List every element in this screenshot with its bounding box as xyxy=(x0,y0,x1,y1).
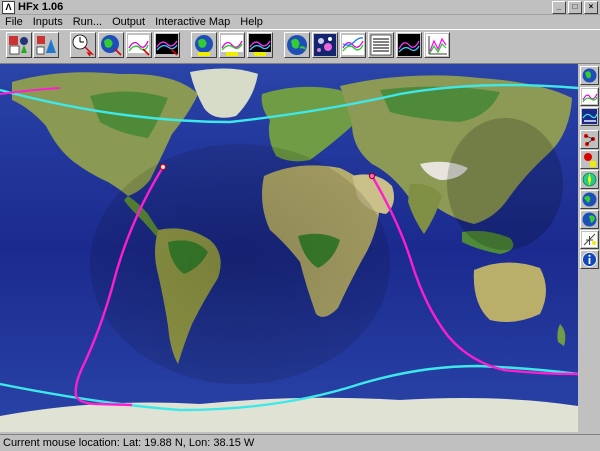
status-bar: Current mouse location: Lat: 19.88 N, Lo… xyxy=(0,434,600,451)
menu-interactive-map[interactable]: Interactive Map xyxy=(150,16,235,28)
globe-map-icon xyxy=(287,35,307,55)
frequency-chart-icon xyxy=(426,34,448,56)
globe-east-icon xyxy=(582,212,597,227)
info-icon xyxy=(582,252,597,267)
red-marker-icon xyxy=(584,153,596,167)
red-marker-button[interactable] xyxy=(580,150,599,169)
close-button[interactable]: × xyxy=(584,1,598,14)
antenna-icon xyxy=(582,232,597,247)
graph-output-icon xyxy=(221,35,243,56)
night-map-run-icon xyxy=(156,34,178,56)
globe-view-icon xyxy=(582,68,597,83)
time-run-button[interactable] xyxy=(70,32,96,58)
night-graph-output-icon xyxy=(249,34,271,56)
muf-chart-icon xyxy=(582,89,598,104)
globe-west-icon xyxy=(582,192,597,207)
info-button[interactable] xyxy=(580,250,599,269)
compass-button[interactable] xyxy=(580,170,599,189)
time-run-icon xyxy=(72,34,95,57)
menu-help[interactable]: Help xyxy=(235,16,268,28)
terminator-shade xyxy=(447,118,563,250)
transmitter-params-icon xyxy=(36,36,56,55)
toolbar xyxy=(0,29,600,64)
station-input-button[interactable] xyxy=(6,32,32,58)
frequency-chart-button[interactable] xyxy=(424,32,450,58)
globe-output-icon xyxy=(195,35,213,56)
menu-bar: File Inputs Run... Output Interactive Ma… xyxy=(0,15,600,28)
path-points-icon xyxy=(584,134,595,146)
graph-run-icon xyxy=(128,35,150,56)
window-controls: _ □ × xyxy=(552,1,598,14)
propagation-chart-icon xyxy=(342,35,364,55)
satellite-map-button[interactable] xyxy=(312,32,338,58)
antenna-button[interactable] xyxy=(580,230,599,249)
minimize-button[interactable]: _ xyxy=(552,1,566,14)
menu-run[interactable]: Run... xyxy=(68,16,107,28)
night-map-run-button[interactable] xyxy=(154,32,180,58)
maximize-button[interactable]: □ xyxy=(568,1,582,14)
map-sidebar xyxy=(579,64,600,432)
compass-icon xyxy=(582,172,597,187)
coverage-map-button[interactable] xyxy=(580,107,599,126)
night-shade xyxy=(90,144,390,384)
text-report-icon xyxy=(370,34,392,56)
path-points-button[interactable] xyxy=(580,130,599,149)
globe-map-button[interactable] xyxy=(284,32,310,58)
area-coverage-button[interactable] xyxy=(396,32,422,58)
night-graph-output-button[interactable] xyxy=(247,32,273,58)
transmitter-params-button[interactable] xyxy=(33,32,59,58)
station-input-icon xyxy=(9,36,28,55)
globe-run-icon xyxy=(101,35,122,56)
graph-run-button[interactable] xyxy=(126,32,152,58)
world-map[interactable] xyxy=(0,64,578,432)
satellite-map-icon xyxy=(314,34,336,56)
globe-west-button[interactable] xyxy=(580,190,599,209)
menu-output[interactable]: Output xyxy=(107,16,150,28)
menu-file[interactable]: File xyxy=(0,16,28,28)
app-icon[interactable]: Λ xyxy=(2,0,15,14)
australia-landmass xyxy=(473,262,546,322)
station-marker-east[interactable] xyxy=(368,172,376,180)
propagation-chart-button[interactable] xyxy=(340,32,366,58)
coverage-map-icon xyxy=(582,109,598,124)
mouse-location-text: Current mouse location: Lat: 19.88 N, Lo… xyxy=(3,437,255,449)
title-bar: Λ HFx 1.06 _ □ × xyxy=(0,0,600,15)
window-title: HFx 1.06 xyxy=(18,1,64,13)
globe-view-button[interactable] xyxy=(580,66,599,85)
text-report-button[interactable] xyxy=(368,32,394,58)
area-coverage-icon xyxy=(398,34,420,56)
globe-run-button[interactable] xyxy=(98,32,124,58)
globe-east-button[interactable] xyxy=(580,210,599,229)
menu-inputs[interactable]: Inputs xyxy=(28,16,68,28)
graph-output-button[interactable] xyxy=(219,32,245,58)
station-marker-west[interactable] xyxy=(159,163,167,171)
globe-output-button[interactable] xyxy=(191,32,217,58)
muf-chart-button[interactable] xyxy=(580,87,599,106)
